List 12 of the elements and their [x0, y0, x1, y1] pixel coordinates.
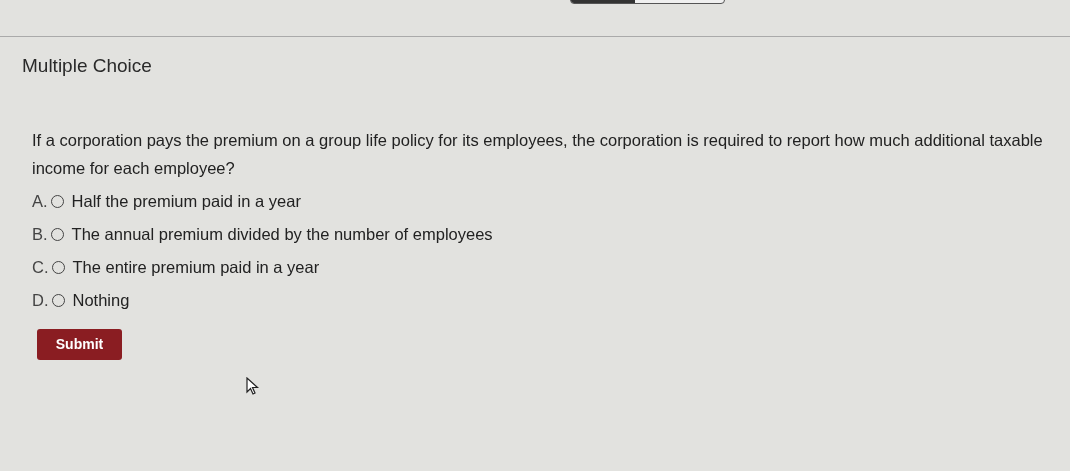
- option-label[interactable]: The annual premium divided by the number of employees: [71, 222, 493, 247]
- section-title: Multiple Choice: [22, 54, 153, 78]
- option-label[interactable]: Nothing: [72, 288, 130, 313]
- cursor-icon: [246, 377, 260, 395]
- option-letter: C.: [32, 257, 49, 279]
- option-label[interactable]: The entire premium paid in a year: [72, 255, 320, 280]
- submit-button[interactable]: Submit: [37, 328, 122, 360]
- option-letter: B.: [32, 224, 48, 246]
- option-letter: D.: [32, 290, 49, 312]
- question-text: If a corporation pays the premium on a group life policy for its employees, the corporation is required to report how much additional taxable income for each employee?: [32, 129, 1044, 179]
- option-label[interactable]: Half the premium paid in a year: [71, 189, 301, 214]
- option-letter: A.: [32, 191, 48, 213]
